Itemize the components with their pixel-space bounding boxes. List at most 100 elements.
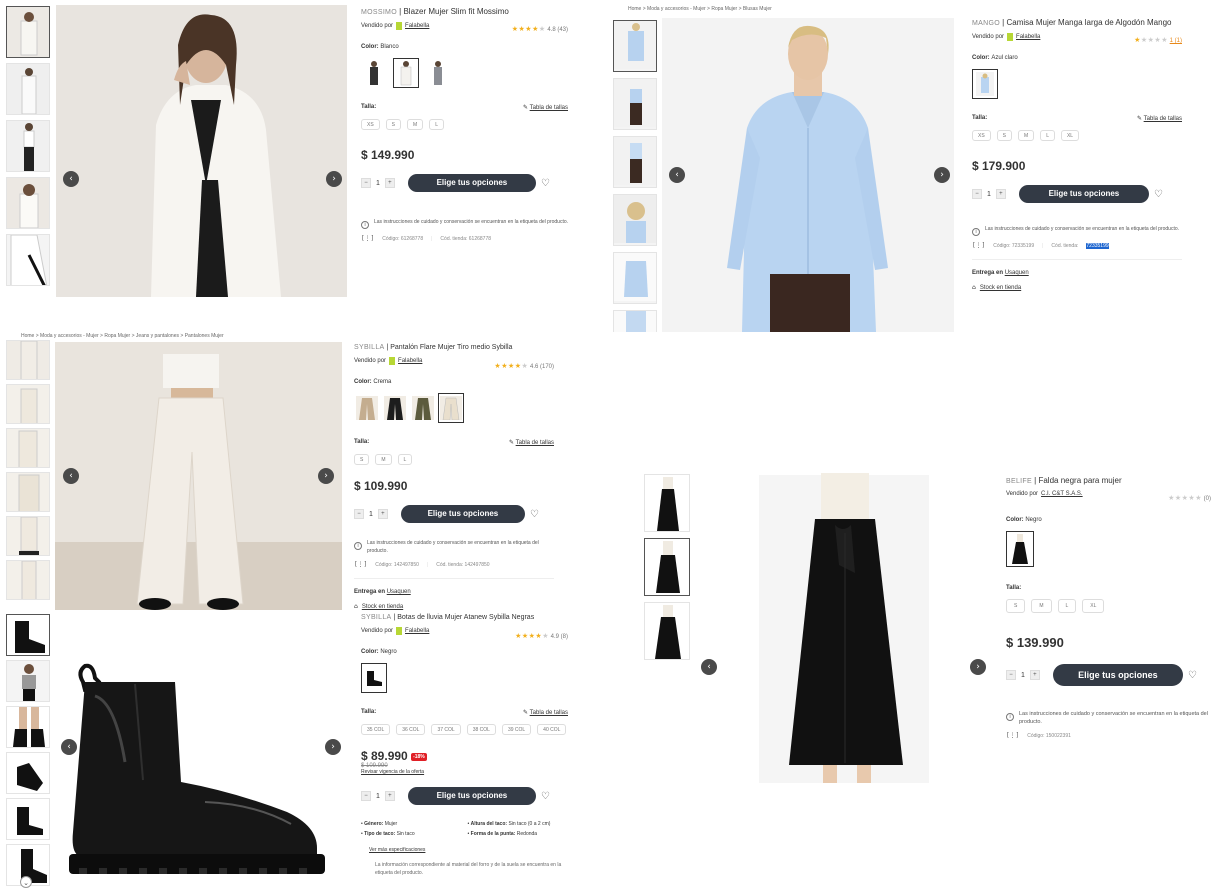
thumbnail[interactable] xyxy=(613,194,657,246)
delivery-location-link[interactable]: Usaquen xyxy=(387,589,411,595)
size-option[interactable]: 35 COL xyxy=(361,724,391,735)
brand-name[interactable]: BELIFE xyxy=(1006,478,1032,485)
rating[interactable]: ★★★★★ 4.8 (43) xyxy=(512,25,568,33)
increase-button[interactable]: + xyxy=(377,509,388,519)
choose-options-button[interactable]: Elige tus opciones xyxy=(407,787,536,805)
prev-image-button[interactable]: ‹ xyxy=(701,659,717,675)
color-swatch[interactable] xyxy=(393,58,419,88)
increase-button[interactable]: + xyxy=(995,189,1006,199)
size-option[interactable]: M xyxy=(1031,599,1052,613)
prev-image-button[interactable]: ‹ xyxy=(63,171,79,187)
size-option[interactable]: 39 COL xyxy=(501,724,532,735)
brand-name[interactable]: SYBILLA xyxy=(361,614,392,621)
thumbnail[interactable] xyxy=(6,384,50,424)
wishlist-heart-icon[interactable]: ♡ xyxy=(530,509,539,520)
size-option[interactable]: S xyxy=(354,454,370,465)
wishlist-heart-icon[interactable]: ♡ xyxy=(541,791,550,802)
increase-button[interactable]: + xyxy=(384,791,395,801)
size-option[interactable]: 37 COL xyxy=(431,724,461,735)
decrease-button[interactable]: − xyxy=(361,178,371,188)
seller-link[interactable]: Falabella xyxy=(405,628,429,634)
prev-image-button[interactable]: ‹ xyxy=(63,468,79,484)
brand-name[interactable]: SYBILLA xyxy=(354,344,385,351)
decrease-button[interactable]: − xyxy=(972,189,982,199)
color-swatch[interactable] xyxy=(425,58,451,88)
rating[interactable]: ★★★★★ 1 (1) xyxy=(1134,36,1182,44)
thumbnail[interactable] xyxy=(6,660,50,702)
decrease-button[interactable]: − xyxy=(354,509,364,519)
rating[interactable]: ★★★★★ (0) xyxy=(1168,494,1211,502)
next-image-button[interactable]: › xyxy=(934,167,950,183)
breadcrumb[interactable]: Home > Moda y accesorios - Mujer > Ropa … xyxy=(628,6,772,12)
size-option[interactable]: S xyxy=(1006,599,1026,613)
prev-image-button[interactable]: ‹ xyxy=(61,739,77,755)
color-swatch[interactable] xyxy=(382,393,408,423)
choose-options-button[interactable]: Elige tus opciones xyxy=(1018,185,1149,203)
prev-image-button[interactable]: ‹ xyxy=(669,167,685,183)
thumbnail[interactable] xyxy=(613,78,657,130)
thumbnail[interactable] xyxy=(6,234,50,286)
size-option[interactable]: XL xyxy=(1082,599,1105,613)
color-swatch[interactable] xyxy=(361,58,387,88)
seller-link[interactable]: Falabella xyxy=(405,23,429,29)
decrease-button[interactable]: − xyxy=(361,791,371,801)
thumbnail[interactable] xyxy=(6,798,50,840)
size-option[interactable]: L xyxy=(1040,130,1055,141)
thumbnail[interactable] xyxy=(6,752,50,794)
wishlist-heart-icon[interactable]: ♡ xyxy=(1188,670,1197,681)
wishlist-heart-icon[interactable]: ♡ xyxy=(541,178,550,189)
size-option[interactable]: M xyxy=(375,454,392,465)
thumbnail[interactable] xyxy=(6,516,50,556)
choose-options-button[interactable]: Elige tus opciones xyxy=(1052,664,1183,686)
size-option[interactable]: S xyxy=(385,119,402,130)
thumbnail[interactable] xyxy=(6,706,50,748)
seller-link[interactable]: C.I. C&T S.A.S. xyxy=(1041,491,1083,497)
size-table-link[interactable]: ✎ Tabla de tallas xyxy=(523,104,568,111)
more-specs-link[interactable]: Ver más especificaciones xyxy=(369,847,568,853)
next-image-button[interactable]: › xyxy=(970,659,986,675)
color-swatch[interactable] xyxy=(1006,531,1034,567)
color-swatch[interactable] xyxy=(361,663,387,693)
thumbnail[interactable] xyxy=(644,538,690,596)
choose-options-button[interactable]: Elige tus opciones xyxy=(400,505,525,523)
thumbnail[interactable] xyxy=(6,428,50,468)
size-option[interactable]: L xyxy=(1057,599,1077,613)
thumbnail[interactable] xyxy=(6,120,50,172)
choose-options-button[interactable]: Elige tus opciones xyxy=(407,174,536,192)
size-option[interactable]: XS xyxy=(972,130,991,141)
seller-link[interactable]: Falabella xyxy=(398,358,422,364)
size-option[interactable]: 38 COL xyxy=(466,724,496,735)
size-table-link[interactable]: ✎ Tabla de tallas xyxy=(509,439,554,446)
breadcrumb[interactable]: Home > Moda y accesorios - Mujer > Ropa … xyxy=(21,333,224,339)
brand-name[interactable]: MOSSIMO xyxy=(361,9,397,16)
size-table-link[interactable]: ✎ Tabla de tallas xyxy=(523,709,568,716)
stock-in-store-link[interactable]: Stock en tienda xyxy=(980,285,1021,291)
size-option[interactable]: L xyxy=(429,119,444,130)
rating[interactable]: ★★★★★ 4.6 (170) xyxy=(494,362,554,370)
thumbnail[interactable] xyxy=(6,177,50,229)
size-option[interactable]: M xyxy=(1018,130,1035,141)
size-option[interactable]: M xyxy=(407,119,424,130)
wishlist-heart-icon[interactable]: ♡ xyxy=(1154,189,1163,200)
thumbnail[interactable] xyxy=(6,340,50,380)
size-option[interactable]: XL xyxy=(1060,130,1080,141)
thumbnail[interactable] xyxy=(644,602,690,660)
rating[interactable]: ★★★★★ 4.9 (8) xyxy=(515,632,568,640)
brand-name[interactable]: MANGO xyxy=(972,20,1000,27)
size-option[interactable]: 36 COL xyxy=(396,724,426,735)
stock-in-store-link[interactable]: Stock en tienda xyxy=(362,604,403,610)
size-option[interactable]: 40 COL xyxy=(537,724,567,735)
size-option[interactable]: L xyxy=(397,454,413,465)
thumbnail[interactable] xyxy=(6,614,50,656)
next-image-button[interactable]: › xyxy=(326,171,342,187)
thumbnail[interactable] xyxy=(6,560,50,600)
scroll-down-button[interactable]: ⌄ xyxy=(20,876,32,888)
size-option[interactable]: S xyxy=(996,130,1013,141)
thumbnail[interactable] xyxy=(613,310,657,332)
color-swatch[interactable] xyxy=(354,393,380,423)
increase-button[interactable]: + xyxy=(1029,670,1040,680)
decrease-button[interactable]: − xyxy=(1006,670,1016,680)
size-table-link[interactable]: ✎ Tabla de tallas xyxy=(1137,115,1182,122)
thumbnail[interactable] xyxy=(6,6,50,58)
thumbnail[interactable] xyxy=(6,63,50,115)
